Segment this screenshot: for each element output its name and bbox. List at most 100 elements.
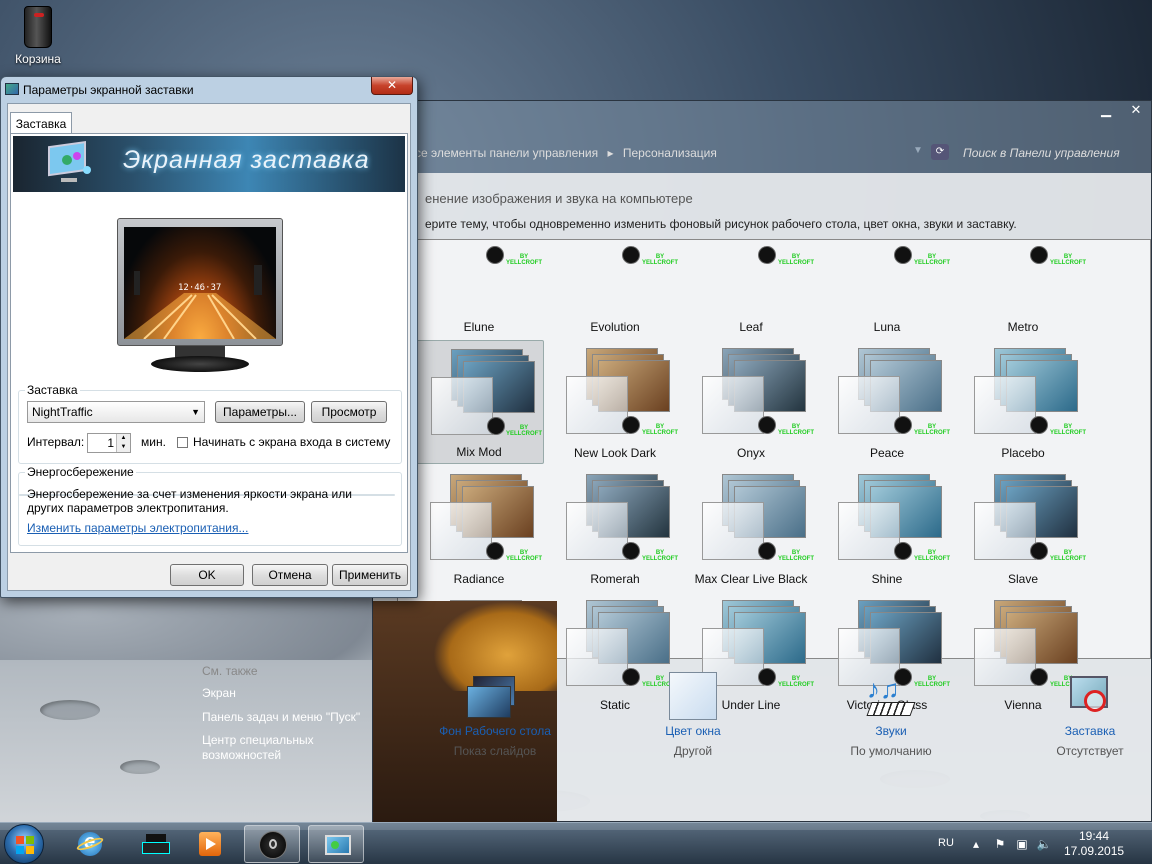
close-button[interactable]: ✕ xyxy=(1121,101,1151,121)
screensaver-dialog: Параметры экранной заставки ✕ Заставка Э… xyxy=(0,76,418,598)
yellcroft-logo-icon xyxy=(758,246,776,264)
power-group: Энергосбережение Энергосбережение за сче… xyxy=(18,465,402,546)
sidebar-link-display[interactable]: Экран xyxy=(202,686,372,701)
yellcroft-logo-icon xyxy=(486,246,504,264)
desktop-background-link[interactable]: Фон Рабочего стола xyxy=(410,724,580,738)
window-color-icon xyxy=(665,672,721,720)
taskbar-screensaver-window[interactable] xyxy=(308,825,364,863)
screensaver-item[interactable]: Заставка Отсутствует xyxy=(1005,672,1152,758)
desktop-icon-recycle-bin[interactable]: Корзина xyxy=(10,6,66,66)
power-settings-link[interactable]: Изменить параметры электропитания... xyxy=(27,521,248,535)
window-caption: ▁ ✕ xyxy=(373,101,1151,129)
screensaver-group-label: Заставка xyxy=(25,383,80,397)
logon-checkbox-label[interactable]: Начинать с экрана входа в систему xyxy=(193,435,390,449)
windows-logo-icon xyxy=(16,836,34,854)
interval-unit: мин. xyxy=(141,435,166,449)
theme-color-preview xyxy=(431,377,493,435)
theme-tile[interactable]: BY YELLCROFT Metro xyxy=(958,214,1088,338)
search-input[interactable]: Поиск в Панели управления xyxy=(963,141,1147,165)
theme-tile[interactable]: BY YELLCROFT Romerah xyxy=(550,466,680,590)
theme-tile[interactable]: BY YELLCROFT Evolution xyxy=(550,214,680,338)
theme-tile[interactable]: BY YELLCROFT Max Clear Live Black xyxy=(686,466,816,590)
taskbar-app-dark[interactable] xyxy=(244,825,300,863)
theme-tile[interactable]: BY YELLCROFT Luna xyxy=(822,214,952,338)
breadcrumb-separator: ▸ xyxy=(607,146,614,160)
monitor-icon xyxy=(5,83,19,95)
yellcroft-logo-icon xyxy=(622,246,640,264)
theme-label: Elune xyxy=(463,320,495,334)
theme-tile[interactable]: BY YELLCROFT Onyx xyxy=(686,340,816,464)
ok-button[interactable]: OK xyxy=(170,564,244,586)
banner-title: Экранная заставка xyxy=(123,146,370,174)
language-indicator[interactable]: RU xyxy=(938,837,954,849)
desktop-background-item[interactable]: Фон Рабочего стола Показ слайдов xyxy=(410,672,580,758)
theme-tile[interactable]: BY YELLCROFT Elune xyxy=(414,214,544,338)
start-button[interactable] xyxy=(4,824,44,864)
stepper-arrows-icon[interactable]: ▲ ▼ xyxy=(116,434,130,452)
power-description-2: других параметров электропитания. xyxy=(27,501,229,515)
yellcroft-logo-icon xyxy=(486,542,504,560)
sidebar-link-taskbar[interactable]: Панель задач и меню "Пуск" xyxy=(202,710,372,725)
screensaver-params-button[interactable]: Параметры... xyxy=(215,401,305,423)
breadcrumb-all-items[interactable]: се элементы панели управления xyxy=(415,146,598,160)
media-player-icon xyxy=(196,830,224,858)
theme-label: Peace xyxy=(869,446,905,460)
screensaver-preview-button[interactable]: Просмотр xyxy=(311,401,387,423)
theme-color-preview xyxy=(566,502,628,560)
desktop-background-value: Показ слайдов xyxy=(453,744,537,758)
screensaver-link[interactable]: Заставка xyxy=(1005,724,1152,738)
network-icon[interactable]: ▣ xyxy=(1014,837,1030,851)
yellcroft-watermark: BY YELLCROFT xyxy=(914,550,950,562)
theme-gallery[interactable]: BY YELLCROFT Elune BY YELLCROFT Evolution BY… xyxy=(397,239,1151,712)
address-bar[interactable]: се элементы панели управления ▸ Персонал… xyxy=(401,141,921,165)
sounds-item[interactable]: ♪♫ Звуки По умолчанию xyxy=(806,672,976,758)
theme-tile[interactable]: BY YELLCROFT Placebo xyxy=(958,340,1088,464)
action-center-icon[interactable]: ⚑ xyxy=(992,837,1008,851)
tray-clock[interactable]: 19:44 17.09.2015 xyxy=(1064,829,1124,859)
apply-button[interactable]: Применить xyxy=(332,564,408,586)
screensaver-banner-icon xyxy=(48,140,91,182)
theme-tile[interactable]: BY YELLCROFT Slave xyxy=(958,466,1088,590)
cancel-button[interactable]: Отмена xyxy=(252,564,328,586)
theme-label: Leaf xyxy=(739,320,763,334)
dialog-close-button[interactable]: ✕ xyxy=(371,77,413,95)
minimize-button[interactable]: ▁ xyxy=(1091,101,1121,121)
theme-tile[interactable]: BY YELLCROFT Mix Mod xyxy=(414,340,544,464)
taskbar-printer[interactable] xyxy=(128,825,184,863)
theme-color-preview xyxy=(974,502,1036,560)
taskbar-media[interactable] xyxy=(182,825,238,863)
theme-label: Evolution xyxy=(590,320,640,334)
screensaver-banner: Экранная заставка xyxy=(13,136,405,192)
theme-tile[interactable]: BY YELLCROFT Leaf xyxy=(686,214,816,338)
printer-icon xyxy=(142,830,170,858)
clock-date: 17.09.2015 xyxy=(1064,844,1125,858)
recycle-bin-label: Корзина xyxy=(15,52,61,66)
sounds-value: По умолчанию xyxy=(850,744,932,758)
yellcroft-watermark: BY YELLCROFT xyxy=(642,254,678,266)
theme-tile[interactable]: BY YELLCROFT Shine xyxy=(822,466,952,590)
tab-screensaver[interactable]: Заставка xyxy=(10,112,72,134)
screensaver-select[interactable]: NightTraffic ▼ xyxy=(27,401,205,423)
theme-tile[interactable]: BY YELLCROFT Radiance xyxy=(414,466,544,590)
volume-icon[interactable]: 🔈 xyxy=(1036,837,1052,851)
theme-tile[interactable]: BY YELLCROFT Peace xyxy=(822,340,952,464)
sounds-link[interactable]: Звуки xyxy=(806,724,976,738)
sidebar-link-accessibility[interactable]: Центр специальных возможностей xyxy=(202,733,372,763)
tray-arrow-icon[interactable]: ▴ xyxy=(968,837,984,851)
preview-screen: 12·46·37 xyxy=(124,227,276,339)
interval-stepper[interactable]: 1 ▲ ▼ xyxy=(87,433,131,453)
refresh-icon[interactable]: ⟳ xyxy=(931,144,949,160)
theme-tile[interactable]: BY YELLCROFT New Look Dark xyxy=(550,340,680,464)
interval-label: Интервал: xyxy=(27,435,85,449)
window-color-item[interactable]: Цвет окна Другой xyxy=(608,672,778,758)
breadcrumb-current[interactable]: Персонализация xyxy=(623,146,717,160)
taskbar-ie[interactable]: e xyxy=(62,825,118,863)
theme-label: New Look Dark xyxy=(573,446,657,460)
screensaver-settings-icon xyxy=(323,831,351,859)
taskbar: e RU ▴ ⚑ ▣ 🔈 19:44 17.09.2015 xyxy=(0,822,1152,864)
window-color-link[interactable]: Цвет окна xyxy=(608,724,778,738)
logon-checkbox[interactable] xyxy=(177,437,188,448)
theme-label: Metro xyxy=(1007,320,1039,334)
personalization-settings-bar: Фон Рабочего стола Показ слайдов Цвет ок… xyxy=(372,672,1152,772)
address-dropdown-icon[interactable]: ▼ xyxy=(913,145,923,156)
